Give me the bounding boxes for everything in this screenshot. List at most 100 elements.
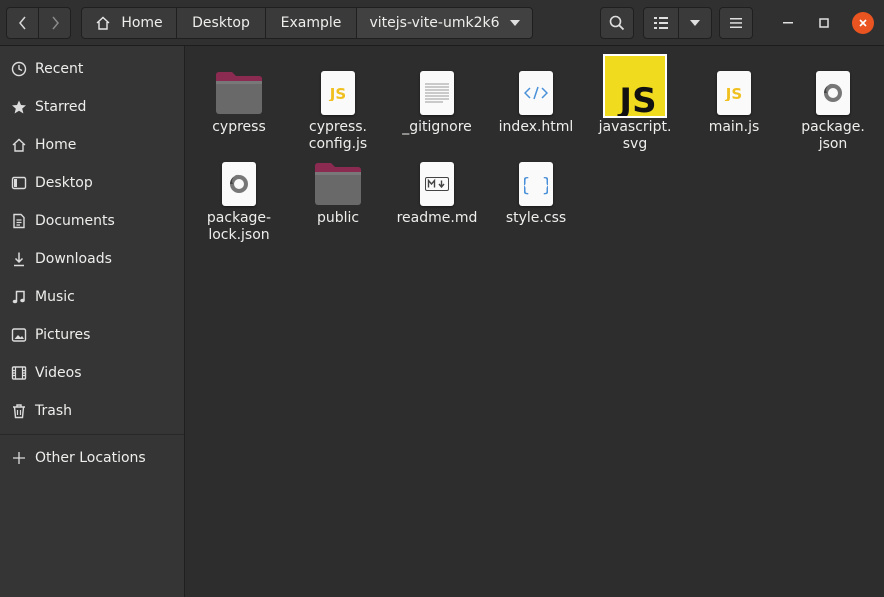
text-file-icon bbox=[420, 71, 454, 115]
file-name: readme.md bbox=[396, 210, 478, 226]
sidebar-item-label: Videos bbox=[35, 365, 82, 381]
file-name: cypress. config.js bbox=[308, 119, 368, 152]
close-icon bbox=[859, 19, 867, 27]
desktop-icon bbox=[10, 175, 27, 192]
file-name: package. json bbox=[801, 119, 865, 152]
file-grid: cypress JS cypress. config.js _gitignore… bbox=[186, 46, 884, 597]
sidebar-item-label: Trash bbox=[35, 403, 72, 419]
close-button[interactable] bbox=[852, 12, 874, 34]
file-name: _gitignore bbox=[402, 119, 472, 135]
file-name: public bbox=[316, 210, 360, 226]
folder-icon bbox=[191, 69, 287, 117]
sidebar-item-recent[interactable]: Recent bbox=[0, 50, 184, 88]
css-file-icon: { } bbox=[519, 162, 553, 206]
list-view-button[interactable] bbox=[643, 7, 679, 39]
view-options-button[interactable] bbox=[678, 7, 712, 39]
clock-icon bbox=[10, 61, 27, 78]
file-item-package-json[interactable]: package. json bbox=[785, 69, 881, 153]
breadcrumb-label: vitejs-vite-umk2k6 bbox=[369, 15, 500, 31]
sidebar-item-pictures[interactable]: Pictures bbox=[0, 316, 184, 354]
file-name: package- lock.json bbox=[206, 210, 272, 243]
main-menu-button[interactable] bbox=[719, 7, 753, 39]
js-file-icon: JS bbox=[321, 71, 355, 115]
breadcrumb-example[interactable]: Example bbox=[265, 7, 357, 39]
caret-down-icon bbox=[690, 20, 700, 26]
file-name: style.css bbox=[505, 210, 567, 226]
back-button[interactable] bbox=[6, 7, 39, 39]
hamburger-icon bbox=[730, 18, 742, 28]
music-icon bbox=[10, 289, 27, 306]
home-icon bbox=[10, 137, 27, 154]
breadcrumb-label: Home bbox=[121, 15, 163, 31]
javascript-logo-thumbnail: JS bbox=[603, 53, 667, 118]
plus-icon bbox=[10, 450, 27, 467]
file-item-public[interactable]: public bbox=[290, 160, 386, 227]
chevron-left-icon bbox=[18, 16, 26, 30]
file-item-style-css[interactable]: { } style.css bbox=[488, 160, 584, 227]
file-name: index.html bbox=[498, 119, 574, 135]
sidebar-item-label: Starred bbox=[35, 99, 87, 115]
markdown-file-icon bbox=[420, 162, 454, 206]
sidebar-item-label: Home bbox=[35, 137, 77, 153]
file-name: cypress bbox=[212, 119, 266, 135]
file-item-gitignore[interactable]: _gitignore bbox=[389, 69, 485, 136]
file-item-cypress-config[interactable]: JS cypress. config.js bbox=[290, 69, 386, 153]
search-icon bbox=[609, 15, 625, 31]
js-file-icon: JS bbox=[717, 71, 751, 115]
json-file-icon bbox=[222, 162, 256, 206]
forward-button[interactable] bbox=[38, 7, 71, 39]
sidebar: Recent Starred Home Desktop Documents Do… bbox=[0, 46, 185, 597]
sidebar-item-label: Music bbox=[35, 289, 75, 305]
sidebar-item-starred[interactable]: Starred bbox=[0, 88, 184, 126]
breadcrumb-label: Example bbox=[280, 15, 342, 31]
breadcrumb-current[interactable]: vitejs-vite-umk2k6 bbox=[356, 7, 533, 39]
trash-icon bbox=[10, 403, 27, 420]
sidebar-item-label: Documents bbox=[35, 213, 115, 229]
file-name: javascript. svg bbox=[598, 119, 672, 152]
star-icon bbox=[10, 99, 27, 116]
caret-down-icon bbox=[509, 20, 520, 26]
file-name: main.js bbox=[708, 119, 760, 135]
file-item-readme-md[interactable]: readme.md bbox=[389, 160, 485, 227]
videos-icon bbox=[10, 365, 27, 382]
sidebar-item-label: Pictures bbox=[35, 327, 91, 343]
file-item-package-lock-json[interactable]: package- lock.json bbox=[191, 160, 287, 244]
downloads-icon bbox=[10, 251, 27, 268]
svg-text:JS: JS bbox=[725, 85, 742, 101]
maximize-button[interactable] bbox=[813, 12, 835, 34]
svg-text:JS: JS bbox=[329, 85, 346, 101]
list-icon bbox=[654, 17, 668, 29]
documents-icon bbox=[10, 213, 27, 230]
sidebar-divider bbox=[0, 434, 184, 435]
sidebar-item-trash[interactable]: Trash bbox=[0, 392, 184, 430]
file-item-javascript-svg[interactable]: JS javascript. svg bbox=[587, 53, 683, 153]
sidebar-item-home[interactable]: Home bbox=[0, 126, 184, 164]
file-item-index-html[interactable]: index.html bbox=[488, 69, 584, 136]
svg-text:JS: JS bbox=[617, 81, 656, 116]
sidebar-item-desktop[interactable]: Desktop bbox=[0, 164, 184, 202]
chevron-right-icon bbox=[51, 16, 59, 30]
pictures-icon bbox=[10, 327, 27, 344]
sidebar-item-videos[interactable]: Videos bbox=[0, 354, 184, 392]
minimize-button[interactable] bbox=[777, 12, 799, 34]
minimize-icon bbox=[783, 22, 793, 24]
svg-text:{ }: { } bbox=[524, 174, 548, 195]
search-button[interactable] bbox=[600, 7, 634, 39]
sidebar-item-other-locations[interactable]: Other Locations bbox=[0, 439, 184, 477]
file-item-main-js[interactable]: JS main.js bbox=[686, 69, 782, 136]
sidebar-item-music[interactable]: Music bbox=[0, 278, 184, 316]
html-file-icon bbox=[519, 71, 553, 115]
sidebar-item-documents[interactable]: Documents bbox=[0, 202, 184, 240]
sidebar-item-label: Other Locations bbox=[35, 450, 146, 466]
file-item-cypress[interactable]: cypress bbox=[191, 69, 287, 136]
folder-icon bbox=[290, 160, 386, 208]
breadcrumb-home[interactable]: Home bbox=[81, 7, 177, 39]
maximize-icon bbox=[819, 18, 829, 28]
sidebar-item-label: Downloads bbox=[35, 251, 112, 267]
breadcrumb-label: Desktop bbox=[192, 15, 250, 31]
sidebar-item-downloads[interactable]: Downloads bbox=[0, 240, 184, 278]
breadcrumb-desktop[interactable]: Desktop bbox=[176, 7, 266, 39]
header-bar: Home Desktop Example vitejs-vite-umk2k6 bbox=[0, 0, 884, 46]
json-file-icon bbox=[816, 71, 850, 115]
home-icon bbox=[95, 15, 111, 31]
